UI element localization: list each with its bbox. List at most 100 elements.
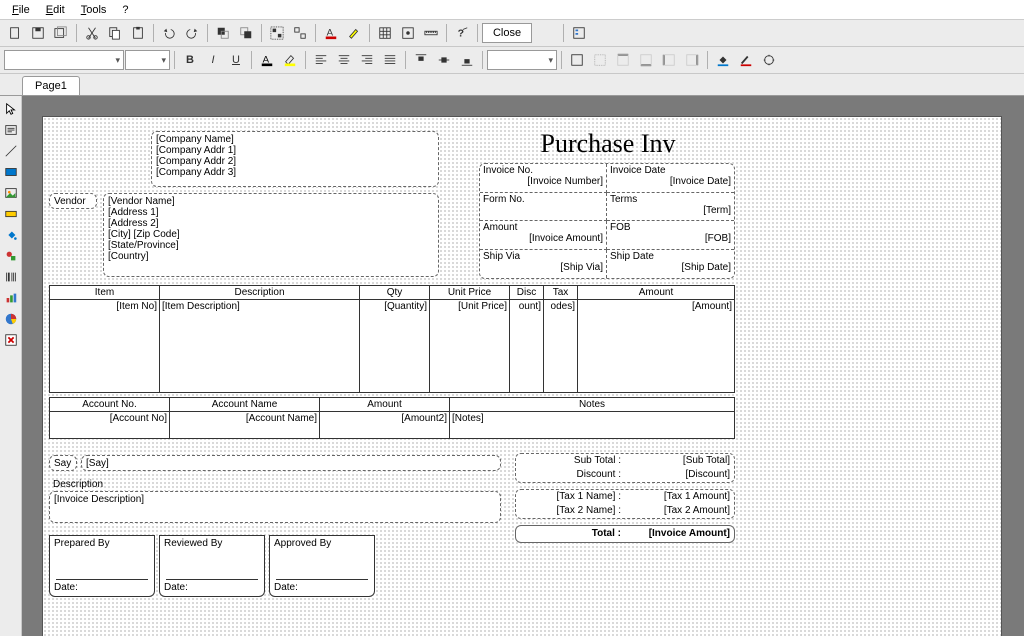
text-tool-icon[interactable] (2, 121, 20, 139)
bind-amount: [Amount] (578, 300, 734, 392)
close-tool-icon[interactable] (2, 331, 20, 349)
border-none-icon[interactable] (589, 49, 611, 71)
hdr-grid[interactable]: Invoice No. [Invoice Number] Invoice Dat… (479, 163, 735, 279)
barcode-tool-icon[interactable] (2, 268, 20, 286)
font-fg-icon[interactable]: A (256, 49, 278, 71)
cut-icon[interactable] (81, 22, 103, 44)
field-tool-icon[interactable] (2, 205, 20, 223)
redo-icon[interactable] (181, 22, 203, 44)
col-acctamt: Amount (320, 398, 450, 412)
totals-grand[interactable]: Total : [Invoice Amount] (515, 525, 735, 543)
company-name: [Company Name] (156, 134, 434, 145)
vendor-label[interactable]: Vendor (49, 193, 97, 209)
border-top-icon[interactable] (612, 49, 634, 71)
hdr-fob-l: FOB (610, 222, 731, 233)
bind-unitprice: [Unit Price] (430, 300, 510, 392)
align-left-icon[interactable] (310, 49, 332, 71)
sig-reviewed[interactable]: Reviewed By Date: (159, 535, 265, 597)
valign-top-icon[interactable] (410, 49, 432, 71)
vendor-state: [State/Province] (108, 240, 434, 251)
toolbar-format: B I U A (0, 47, 1024, 74)
font-bg-icon[interactable] (279, 49, 301, 71)
tool-palette (0, 96, 22, 636)
copy-icon[interactable] (104, 22, 126, 44)
pie-tool-icon[interactable] (2, 310, 20, 328)
italic-icon[interactable]: I (202, 49, 224, 71)
group-icon[interactable] (266, 22, 288, 44)
fill-tool-icon[interactable] (2, 226, 20, 244)
menu-tools[interactable]: Tools (73, 2, 115, 18)
shape-tool-icon[interactable] (2, 247, 20, 265)
help-icon[interactable]: ? (451, 22, 473, 44)
bind-notes: [Notes] (450, 412, 734, 438)
company-block[interactable]: [Company Name] [Company Addr 1] [Company… (151, 131, 439, 187)
accounts-table[interactable]: Account No. Account Name Amount Notes [A… (49, 397, 735, 439)
line-tool-icon[interactable] (2, 142, 20, 160)
highlight-icon[interactable] (343, 22, 365, 44)
report-title[interactable]: Purchase Inv (483, 127, 733, 163)
snap-icon[interactable] (397, 22, 419, 44)
line-color-icon[interactable] (735, 49, 757, 71)
bind-disc: ount] (510, 300, 544, 392)
sig-approved-l: Approved By (270, 536, 374, 551)
pointer-tool-icon[interactable] (2, 100, 20, 118)
rect-tool-icon[interactable] (2, 163, 20, 181)
hdr-invoice-date-l: Invoice Date (610, 165, 731, 176)
ungroup-icon[interactable] (289, 22, 311, 44)
sig-prepared[interactable]: Prepared By Date: (49, 535, 155, 597)
totals-sub[interactable]: Sub Total : [Sub Total] Discount : [Disc… (515, 453, 735, 483)
ruler-icon[interactable] (420, 22, 442, 44)
totals-tax[interactable]: [Tax 1 Name] : [Tax 1 Amount] [Tax 2 Nam… (515, 489, 735, 519)
undo-icon[interactable] (158, 22, 180, 44)
border-all-icon[interactable] (566, 49, 588, 71)
say-field[interactable]: [Say] (81, 455, 501, 471)
bring-front-icon[interactable] (212, 22, 234, 44)
design-canvas[interactable]: [Company Name] [Company Addr 1] [Company… (22, 96, 1024, 636)
save-all-icon[interactable] (50, 22, 72, 44)
vendor-block[interactable]: [Vendor Name] [Address 1] [Address 2] [C… (103, 193, 439, 277)
company-addr3: [Company Addr 3] (156, 167, 434, 178)
menu-edit[interactable]: Edit (38, 2, 73, 18)
underline-icon[interactable]: U (225, 49, 247, 71)
vendor-cityzip: [City] [Zip Code] (108, 229, 434, 240)
font-name-combo[interactable] (4, 50, 124, 70)
items-table[interactable]: Item Description Qty Unit Price Disc Tax… (49, 285, 735, 393)
bold-icon[interactable]: B (179, 49, 201, 71)
close-button[interactable]: Close (482, 23, 532, 43)
new-icon[interactable] (4, 22, 26, 44)
font-color-icon[interactable]: A (320, 22, 342, 44)
desc-label: Description (53, 479, 103, 490)
total-l: Total : (516, 526, 625, 542)
tab-page1[interactable]: Page1 (22, 76, 80, 95)
chart-tool-icon[interactable] (2, 289, 20, 307)
effects-icon[interactable] (758, 49, 780, 71)
fill-color-icon[interactable] (712, 49, 734, 71)
border-style-combo[interactable] (487, 50, 557, 70)
send-back-icon[interactable] (235, 22, 257, 44)
valign-bottom-icon[interactable] (456, 49, 478, 71)
align-center-icon[interactable] (333, 49, 355, 71)
desc-field[interactable]: [Invoice Description] (49, 491, 501, 523)
align-justify-icon[interactable] (379, 49, 401, 71)
align-right-icon[interactable] (356, 49, 378, 71)
hdr-amount: [Invoice Amount] (483, 233, 603, 244)
form-view-icon[interactable] (568, 22, 590, 44)
save-icon[interactable] (27, 22, 49, 44)
border-right-icon[interactable] (681, 49, 703, 71)
border-left-icon[interactable] (658, 49, 680, 71)
grid-icon[interactable] (374, 22, 396, 44)
font-size-combo[interactable] (125, 50, 170, 70)
image-tool-icon[interactable] (2, 184, 20, 202)
tax1-v: [Tax 1 Amount] (625, 490, 734, 504)
menu-bar: File Edit Tools ? (0, 0, 1024, 20)
menu-file[interactable]: File (4, 2, 38, 18)
border-bottom-icon[interactable] (635, 49, 657, 71)
hdr-shipvia-l: Ship Via (483, 251, 603, 262)
menu-help[interactable]: ? (114, 2, 136, 18)
sig-approved[interactable]: Approved By Date: (269, 535, 375, 597)
col-amount: Amount (578, 286, 734, 300)
valign-middle-icon[interactable] (433, 49, 455, 71)
paste-icon[interactable] (127, 22, 149, 44)
say-label[interactable]: Say (49, 455, 77, 471)
bind-acctname: [Account Name] (170, 412, 320, 438)
